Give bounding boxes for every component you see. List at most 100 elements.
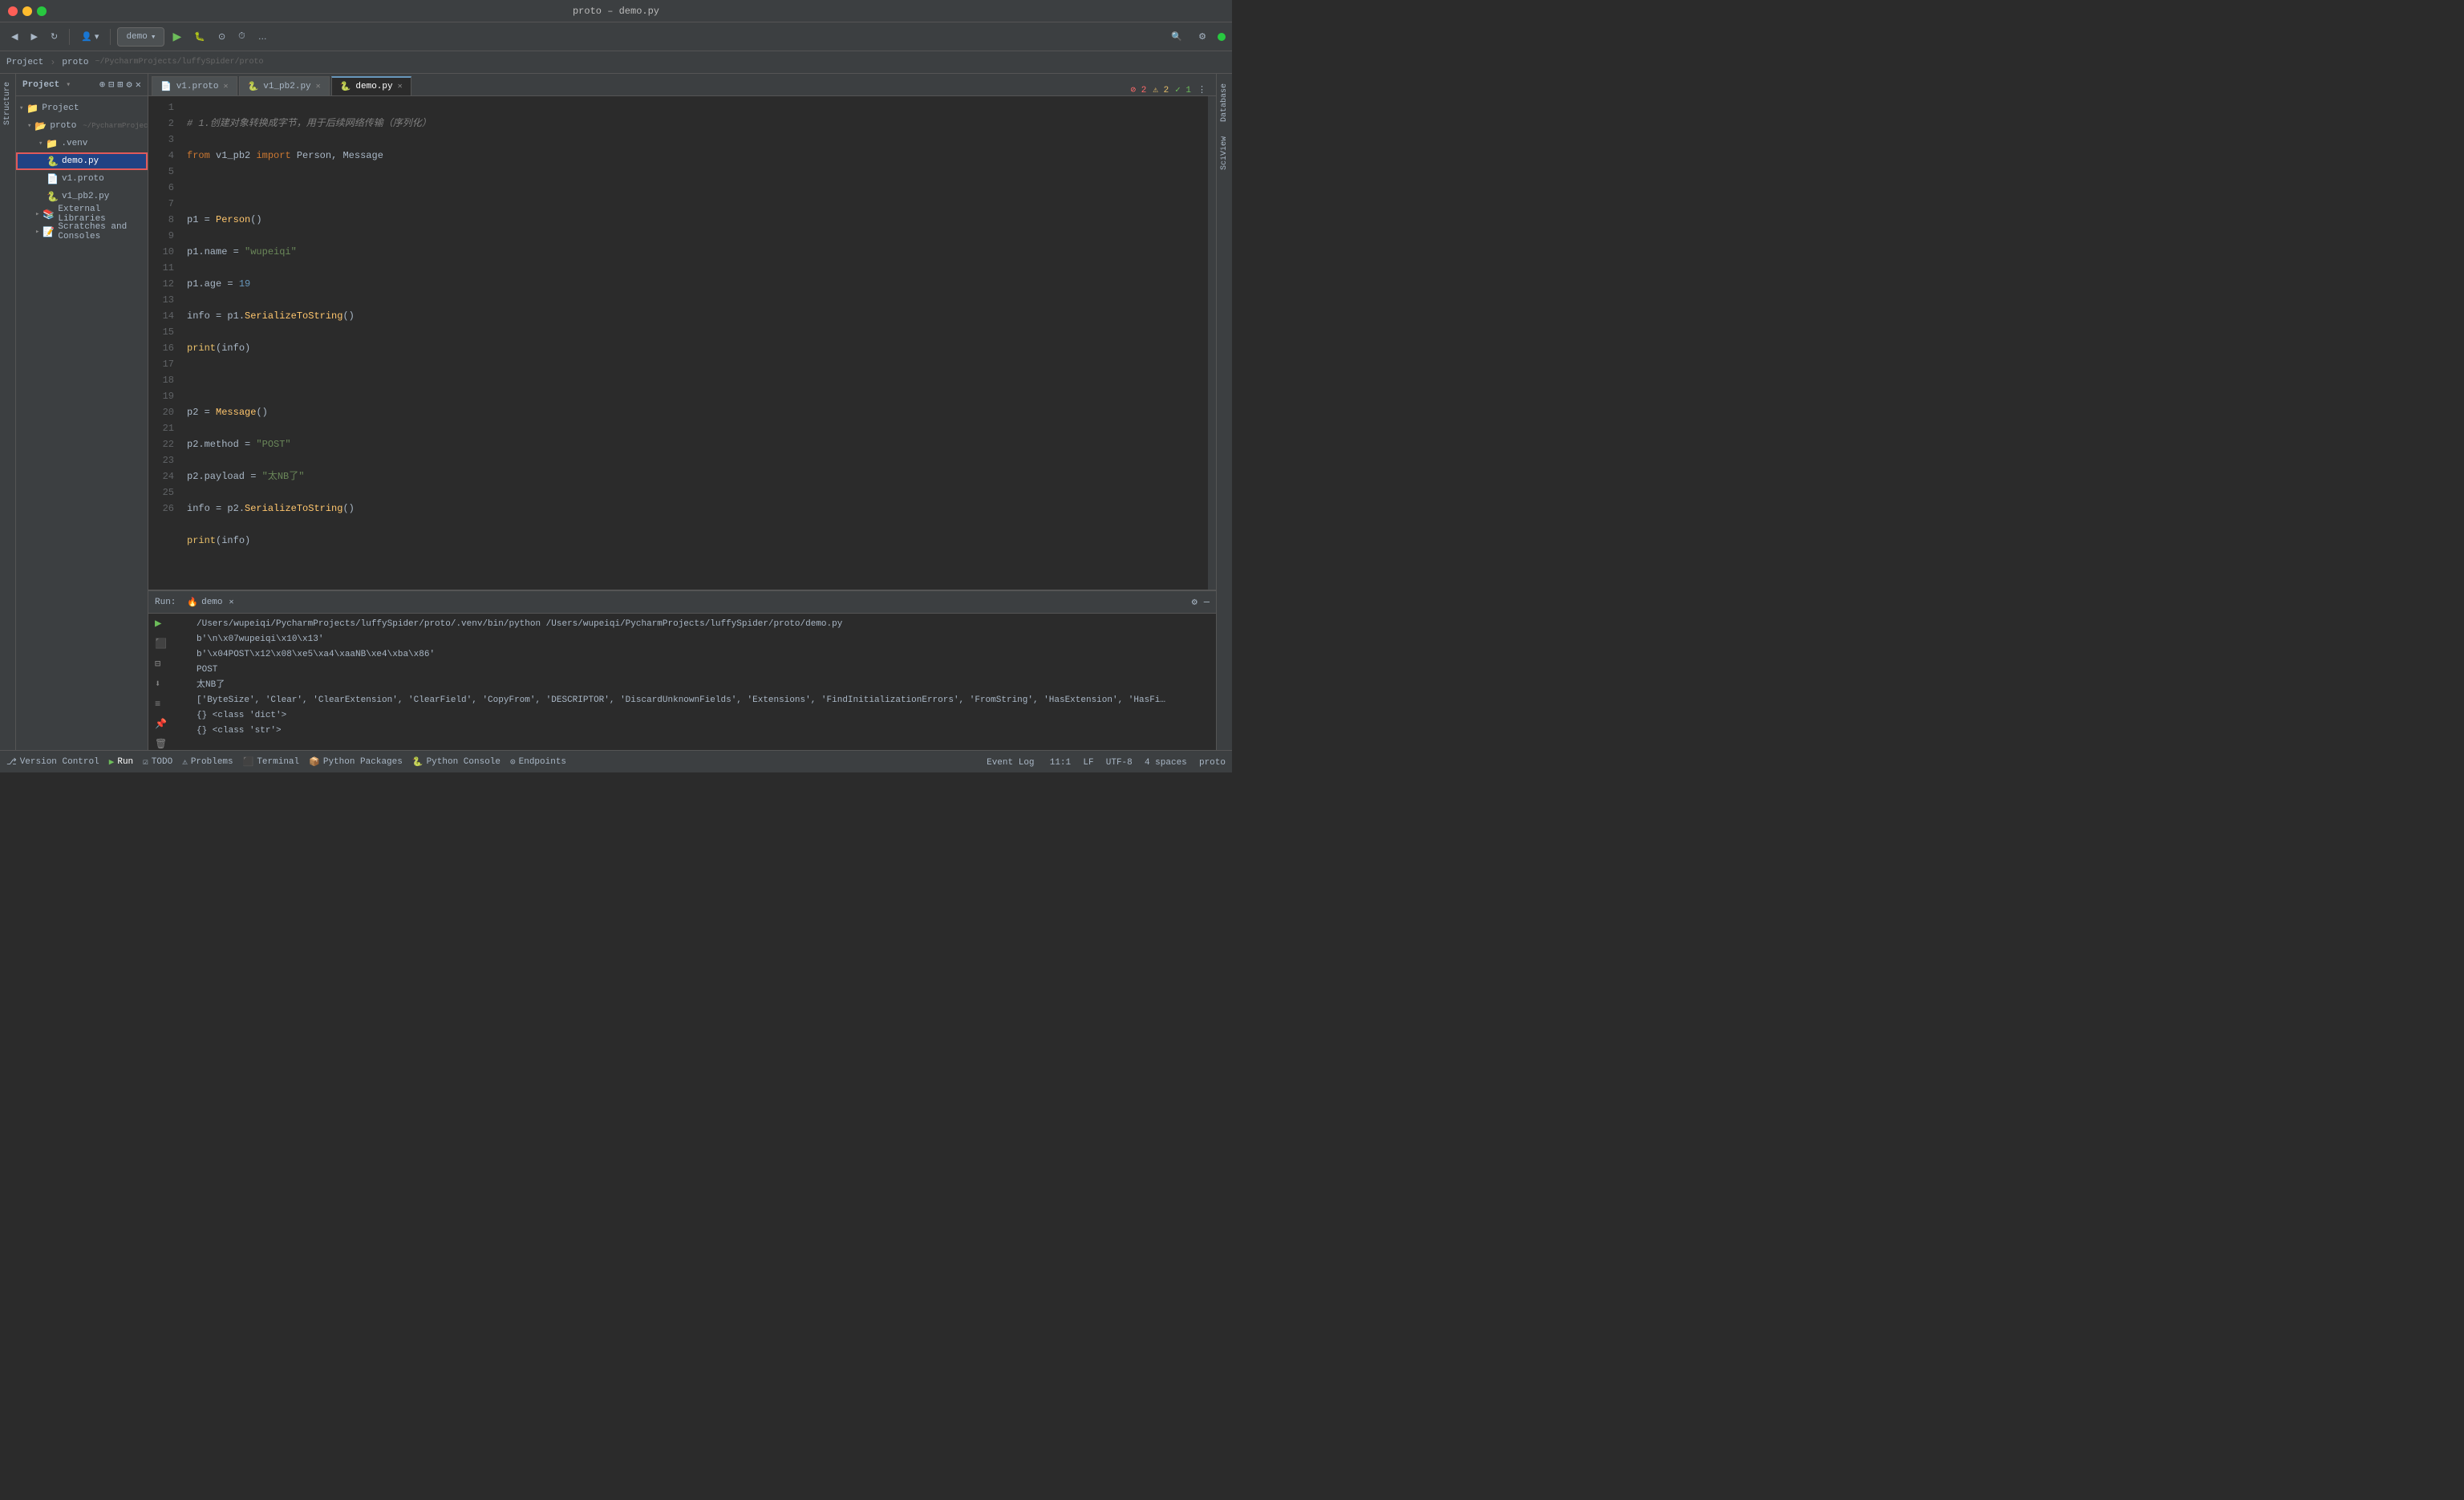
pin-icon[interactable]: 📌 [155, 717, 167, 732]
python-packages-label: Python Packages [323, 757, 403, 767]
run-button[interactable]: ▶ [168, 26, 186, 47]
more-run-options[interactable]: … [253, 26, 272, 47]
tree-item-ext-libs[interactable]: ▸ 📚 External Libraries [16, 205, 148, 223]
tree-label-scratches: Scratches and Consoles [58, 222, 148, 241]
event-log-label[interactable]: Event Log [987, 758, 1034, 768]
tab-v1-pb2[interactable]: 🐍 v1_pb2.py ✕ [239, 76, 330, 95]
run-panel: Run: 🔥 demo ✕ ⚙ ─ ▶ ⬛ ⊟ ⬇ ≡ [148, 590, 1216, 750]
database-tab[interactable]: Database [1218, 77, 1230, 128]
run-panel-settings-icon[interactable]: ⚙ [1192, 596, 1198, 608]
tree-item-proto[interactable]: ▾ 📂 proto ~/PycharmProjects/luffySpider/… [16, 117, 148, 135]
sort-icon[interactable]: ≡ [155, 697, 167, 712]
tree-item-demo-py[interactable]: 🐍 demo.py [16, 152, 148, 170]
settings-button[interactable]: ⚙ [1194, 26, 1211, 47]
code-content[interactable]: # 1.创建对象转换成字节，用于后续网络传输（序列化） from v1_pb2 … [180, 96, 1208, 590]
profile-button[interactable]: 👤 ▾ [76, 26, 103, 47]
tree-label-venv: .venv [61, 139, 87, 148]
maximize-button[interactable] [37, 6, 47, 16]
tab-close-v1-proto[interactable]: ✕ [224, 82, 229, 91]
breadcrumb-project[interactable]: Project [6, 58, 43, 67]
status-right: Event Log 11:1 LF UTF-8 4 spaces proto [987, 756, 1226, 768]
sync-button[interactable]: ↻ [46, 26, 63, 47]
editor-scrollbar[interactable] [1208, 96, 1216, 590]
breadcrumb-bar: Project › proto ~/PycharmProjects/luffyS… [0, 51, 1232, 74]
sidebar-header: Project ▾ ⊕ ⊟ ⊞ ⚙ ✕ [16, 74, 148, 96]
structure-tab[interactable]: Structure [2, 74, 14, 133]
run-with-coverage-button[interactable]: ⊙ [213, 26, 230, 47]
run-tab-close[interactable]: ✕ [229, 598, 234, 607]
search-everywhere-button[interactable]: 🔍 [1166, 26, 1187, 47]
tree-item-v1-proto[interactable]: 📄 v1.proto [16, 170, 148, 188]
version-control-item[interactable]: ⎇ Version Control [6, 756, 99, 768]
profile-run-button[interactable]: ⏱ [233, 26, 250, 47]
tree-item-venv[interactable]: ▾ 📁 .venv [16, 135, 148, 152]
run-demo-tab[interactable]: 🔥 demo ✕ [182, 595, 238, 610]
sidebar-locate-icon[interactable]: ⊕ [99, 79, 105, 91]
trash-icon[interactable]: 🗑 [155, 737, 167, 750]
close-button[interactable] [8, 6, 18, 16]
tree-arrow-project: ▾ [19, 104, 23, 112]
venv-icon: 📁 [46, 138, 58, 150]
breadcrumb-proto[interactable]: proto [62, 58, 88, 67]
debug-button[interactable]: 🐛 [189, 26, 210, 47]
stop-icon[interactable]: ⬛ [155, 637, 167, 652]
tree-arrow-scratches: ▸ [35, 228, 39, 236]
run-config-dropdown[interactable]: demo ▾ [117, 27, 164, 47]
endpoints-item[interactable]: ⊙ Endpoints [510, 756, 566, 768]
tab-label-v1-pb2: v1_pb2.py [263, 82, 310, 91]
problems-item[interactable]: ⚠ Problems [182, 756, 233, 768]
tab-icon-v1-proto: 📄 [160, 81, 172, 92]
endpoints-label: Endpoints [519, 757, 566, 767]
tree-label-v1-proto: v1.proto [62, 174, 104, 184]
line-separator: LF [1083, 758, 1093, 768]
console-line-1: /Users/wupeiqi/PycharmProjects/luffySpid… [197, 617, 1210, 632]
tab-more-icon[interactable]: ⋮ [1198, 84, 1206, 95]
toolbar-separator-2 [110, 29, 111, 45]
sidebar-settings-icon[interactable]: ⚙ [127, 79, 132, 91]
scratches-icon: 📝 [43, 226, 55, 238]
ext-libs-icon: 📚 [43, 209, 55, 221]
sidebar-close-icon[interactable]: ✕ [136, 79, 141, 91]
main-toolbar: ◀ ▶ ↻ 👤 ▾ demo ▾ ▶ 🐛 ⊙ ⏱ … 🔍 ⚙ [0, 22, 1232, 51]
nav-forward-button[interactable]: ▶ [26, 26, 42, 47]
tree-item-scratches[interactable]: ▸ 📝 Scratches and Consoles [16, 223, 148, 241]
sidebar-header-title: Project [22, 80, 59, 90]
tree-item-v1-pb2[interactable]: 🐍 v1_pb2.py [16, 188, 148, 205]
sciview-tab[interactable]: SciView [1218, 130, 1230, 176]
tab-close-v1-pb2[interactable]: ✕ [316, 82, 321, 91]
console-line-7: {} <class 'dict'> [197, 708, 1210, 724]
tree-arrow-venv: ▾ [38, 140, 43, 148]
scroll-down-icon[interactable]: ⬇ [155, 677, 167, 692]
sidebar-collapse-icon[interactable]: ⊟ [108, 79, 114, 91]
python-packages-item[interactable]: 📦 Python Packages [309, 756, 403, 768]
traffic-lights [8, 6, 47, 16]
python-console-item[interactable]: 🐍 Python Console [412, 756, 500, 768]
bottom-toolbar: ⎇ Version Control ▶ Run ☑ TODO ⚠ Problem… [0, 750, 1232, 772]
minimize-button[interactable] [22, 6, 32, 16]
tab-demo-py[interactable]: 🐍 demo.py ✕ [331, 76, 411, 95]
run-panel-minimize-icon[interactable]: ─ [1204, 597, 1210, 608]
problems-icon: ⚠ [182, 756, 188, 768]
vcs-label: Version Control [20, 757, 99, 767]
tree-arrow-ext-libs: ▸ [35, 210, 39, 218]
terminal-item[interactable]: ⬛ Terminal [243, 756, 300, 768]
console-line-8: {} <class 'str'> [197, 724, 1210, 739]
code-editor[interactable]: 12345 678910 1112131415 1617181920 21222… [148, 96, 1216, 590]
tab-v1-proto[interactable]: 📄 v1.proto ✕ [152, 76, 237, 95]
run-item[interactable]: ▶ Run [109, 756, 133, 768]
tree-arrow-proto: ▾ [27, 122, 31, 130]
tree-item-project[interactable]: ▾ 📁 Project [16, 99, 148, 117]
stop-all-icon[interactable]: ⊟ [155, 657, 167, 672]
sidebar-expand-icon[interactable]: ⊞ [117, 79, 123, 91]
project-tree: ▾ 📁 Project ▾ 📂 proto ~/PycharmProjects/… [16, 96, 148, 750]
rerun-icon[interactable]: ▶ [155, 617, 167, 632]
far-left-panel: Structure [0, 74, 16, 750]
todo-item[interactable]: ☑ TODO [143, 756, 172, 768]
tree-label-project: Project [42, 103, 79, 113]
ide-status-indicator [1218, 33, 1226, 41]
console-line-5: 太NB了 [197, 678, 1210, 693]
run-icon-bottom: ▶ [109, 756, 115, 768]
demo-py-icon: 🐍 [47, 156, 59, 168]
nav-back-button[interactable]: ◀ [6, 26, 22, 47]
tab-close-demo-py[interactable]: ✕ [398, 82, 403, 91]
